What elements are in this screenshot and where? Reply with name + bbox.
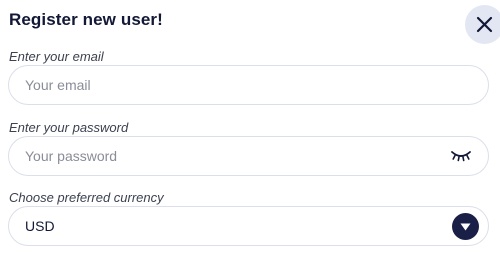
password-field[interactable]: Your password (8, 136, 489, 176)
currency-dropdown-button[interactable] (452, 213, 479, 240)
register-dialog: Register new user! Enter your email Your… (0, 0, 500, 260)
password-label: Enter your password (9, 120, 129, 135)
dialog-title: Register new user! (9, 10, 163, 29)
close-icon (476, 16, 493, 33)
currency-selected-value: USD (25, 218, 55, 234)
chevron-down-icon (460, 223, 471, 231)
email-placeholder: Your email (25, 77, 91, 93)
password-placeholder: Your password (25, 148, 118, 164)
eye-closed-icon[interactable] (450, 149, 472, 163)
close-button[interactable] (465, 5, 500, 44)
email-field[interactable]: Your email (8, 65, 489, 105)
email-label: Enter your email (9, 49, 104, 64)
currency-select[interactable]: USD (8, 206, 489, 246)
currency-label: Choose preferred currency (9, 190, 164, 205)
